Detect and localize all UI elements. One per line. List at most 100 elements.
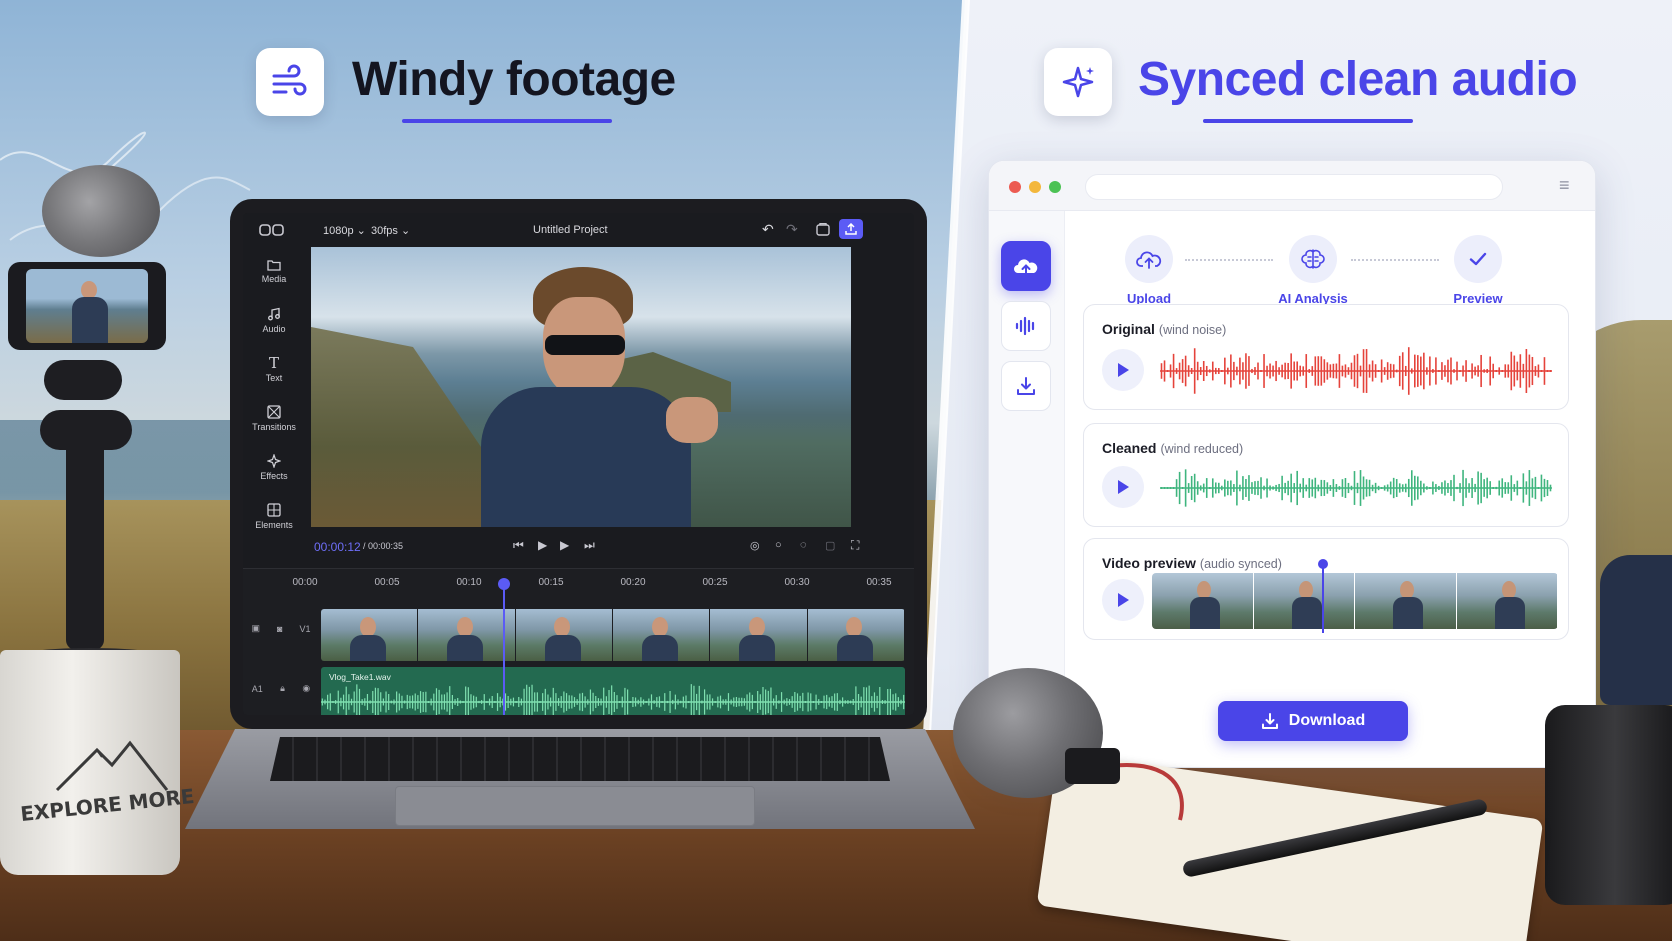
address-bar[interactable] bbox=[1085, 174, 1503, 200]
sidebar-item-label: Media bbox=[261, 274, 287, 284]
ruler-tick: 00:25 bbox=[702, 577, 728, 588]
play-cleaned-button[interactable] bbox=[1102, 466, 1144, 508]
fullscreen-icon[interactable]: ⛶ bbox=[851, 538, 859, 553]
play-original-button[interactable] bbox=[1102, 349, 1144, 391]
minimize-window-button[interactable] bbox=[1029, 181, 1041, 193]
sidebar-item-elements[interactable]: Elements bbox=[243, 492, 305, 541]
eye-icon[interactable]: ◉ bbox=[302, 683, 310, 694]
maximize-window-button[interactable] bbox=[1049, 181, 1061, 193]
cleaned-audio-card: Cleaned (wind reduced) bbox=[1083, 423, 1569, 527]
loop-icon[interactable]: ○ bbox=[775, 539, 782, 551]
play-video-button[interactable] bbox=[1102, 579, 1144, 621]
video-preview-title: Video preview bbox=[1102, 555, 1196, 571]
snapshot-icon[interactable]: ◎ bbox=[750, 539, 760, 552]
play-icon[interactable]: ▶ bbox=[538, 538, 547, 552]
step-ai-analysis[interactable]: AI Analysis bbox=[1253, 235, 1373, 306]
resolution-value: 1080p bbox=[323, 225, 354, 237]
cloud-upload-icon bbox=[1014, 259, 1038, 276]
chevron-down-icon: ⌄ bbox=[353, 225, 366, 237]
left-title-underline bbox=[402, 119, 612, 123]
video-thumbnail-strip[interactable] bbox=[1152, 573, 1558, 629]
settings-icon[interactable]: ◌ bbox=[800, 539, 807, 551]
track-visibility-icon[interactable]: ▣ bbox=[252, 623, 261, 634]
ruler-tick: 00:15 bbox=[538, 577, 564, 588]
redo-icon[interactable]: ↷ bbox=[786, 221, 798, 238]
vlogger-hand bbox=[666, 397, 718, 443]
cloud-upload-icon bbox=[1136, 251, 1162, 269]
close-window-button[interactable] bbox=[1009, 181, 1021, 193]
video-preview-card: Video preview (audio synced) bbox=[1083, 538, 1569, 640]
ruler-tick: 00:00 bbox=[292, 577, 318, 588]
microphone bbox=[1065, 748, 1120, 784]
camera-lens bbox=[1545, 705, 1672, 905]
step-preview[interactable]: Preview bbox=[1418, 235, 1538, 306]
resolution-dropdown[interactable]: 1080p ⌄ bbox=[323, 224, 366, 237]
sunglasses bbox=[545, 335, 625, 355]
check-icon bbox=[1469, 252, 1487, 266]
backpack bbox=[1600, 555, 1672, 705]
playhead-handle[interactable] bbox=[498, 578, 510, 590]
cleaned-waveform bbox=[1160, 469, 1552, 507]
sidebar-item-media[interactable]: Media bbox=[243, 247, 305, 296]
left-title: Windy footage bbox=[352, 53, 676, 106]
undo-icon[interactable]: ↶ bbox=[762, 221, 774, 238]
audio-track-header: A1 🔒︎ ◉ bbox=[243, 683, 319, 694]
rail-upload-button[interactable] bbox=[1001, 241, 1051, 291]
menu-icon[interactable]: ≡ bbox=[1559, 175, 1570, 196]
step-circle bbox=[1289, 235, 1337, 283]
ruler-tick: 00:10 bbox=[456, 577, 482, 588]
cleaned-subtitle: (wind reduced) bbox=[1160, 442, 1244, 456]
editor-toolbar: 1080p ⌄ 30fps ⌄ Untitled Project ↶ ↷ bbox=[243, 213, 914, 247]
download-button[interactable]: Download bbox=[1218, 701, 1408, 741]
sidebar-item-label: Audio bbox=[262, 324, 286, 334]
project-name: Untitled Project bbox=[533, 224, 608, 236]
sidebar-item-effects[interactable]: Effects bbox=[243, 443, 305, 492]
clip-thumbnail bbox=[807, 609, 905, 661]
smartphone bbox=[8, 262, 166, 350]
phone-screen bbox=[26, 269, 148, 343]
timeline-playhead[interactable] bbox=[503, 583, 505, 715]
rail-download-button[interactable] bbox=[1001, 361, 1051, 411]
preview-playhead[interactable] bbox=[1322, 563, 1324, 633]
step-upload[interactable]: Upload bbox=[1089, 235, 1209, 306]
sidebar-item-transitions[interactable]: Transitions bbox=[243, 394, 305, 443]
lock-icon[interactable]: 🔒︎ bbox=[280, 683, 285, 694]
clip-thumbnail bbox=[515, 609, 613, 661]
play-icon bbox=[1118, 480, 1129, 494]
step-circle bbox=[1125, 235, 1173, 283]
sparkles-icon-badge bbox=[1044, 48, 1112, 116]
sidebar-item-label: Elements bbox=[255, 520, 293, 530]
ruler-tick: 00:05 bbox=[374, 577, 400, 588]
video-track-clip[interactable] bbox=[321, 609, 905, 661]
audio-track-clip[interactable]: Vlog_Take1.wav bbox=[321, 667, 905, 715]
ruler-tick: 00:30 bbox=[784, 577, 810, 588]
vlogger-jacket bbox=[481, 387, 691, 527]
video-thumbnail bbox=[1253, 573, 1355, 629]
download-icon bbox=[1017, 377, 1035, 395]
export-button[interactable] bbox=[839, 219, 863, 239]
sidebar-item-label: Text bbox=[265, 373, 283, 383]
original-audio-card: Original (wind noise) bbox=[1083, 304, 1569, 410]
skip-forward-icon[interactable]: ⏭ bbox=[584, 538, 595, 553]
waveform-icon bbox=[1015, 316, 1035, 336]
preview-playhead-handle[interactable] bbox=[1318, 559, 1328, 569]
camera-icon[interactable]: ◙ bbox=[277, 624, 282, 634]
cleaned-title: Cleaned bbox=[1102, 440, 1157, 456]
export-icon bbox=[845, 223, 857, 235]
save-icon[interactable] bbox=[816, 222, 830, 239]
video-track-header: ▣ ◙ V1 bbox=[243, 623, 319, 634]
fps-dropdown[interactable]: 30fps ⌄ bbox=[371, 224, 410, 237]
vlogger bbox=[461, 267, 718, 527]
skip-back-icon[interactable]: ⏮ bbox=[513, 538, 524, 553]
sidebar-item-audio[interactable]: Audio bbox=[243, 296, 305, 345]
rail-waveform-button[interactable] bbox=[1001, 301, 1051, 351]
sidebar-item-text[interactable]: T Text bbox=[243, 345, 305, 394]
audio-waveform bbox=[321, 684, 905, 715]
clip-thumbnail bbox=[418, 609, 516, 661]
step-forward-icon[interactable]: ▶ bbox=[560, 538, 569, 552]
pip-icon[interactable]: ▢ bbox=[825, 539, 835, 552]
video-preview-frame bbox=[311, 247, 851, 527]
step-circle bbox=[1454, 235, 1502, 283]
right-title: Synced clean audio bbox=[1138, 53, 1578, 106]
right-title-underline bbox=[1203, 119, 1413, 123]
